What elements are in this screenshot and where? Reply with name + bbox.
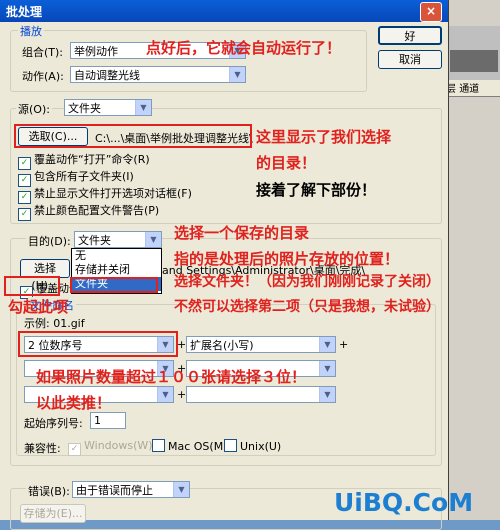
save-as-button[interactable]: 存储为(E)...: [20, 504, 86, 523]
background-swatch: [450, 50, 498, 72]
tab-channels[interactable]: 通道: [459, 84, 479, 95]
chevron-down-icon: ▼: [319, 337, 335, 352]
option-suppress-color-warnings[interactable]: ✓ 禁止颜色配置文件警告(P): [18, 202, 159, 221]
start-serial-label: 起始序列号:: [24, 417, 83, 430]
annotation-check-this: 勾起此项: [8, 298, 69, 316]
action-label: 动作(A):: [22, 70, 64, 83]
annotation-path-shown: 这里显示了我们选择: [256, 128, 392, 146]
background-panel-tabs: 层 通道: [446, 80, 500, 97]
highlight-digits-select: [18, 331, 178, 357]
compat-windows: ✓ Windows(W): [68, 439, 153, 456]
ok-button[interactable]: 好: [378, 26, 442, 45]
compat-macos-label: Mac OS(M): [168, 440, 228, 453]
set-label: 组合(T):: [22, 46, 64, 59]
chevron-down-icon: ▼: [145, 232, 161, 247]
compat-macos[interactable]: Mac OS(M): [152, 439, 228, 453]
compat-windows-label: Windows(W): [84, 439, 153, 452]
annotation-second-option: 不然可以选择第二项（只是我想，未试验）: [174, 299, 440, 315]
dialog-title: 批处理: [6, 5, 43, 19]
plus-icon: +: [339, 338, 349, 351]
destination-select[interactable]: 文件夹 ▼: [74, 231, 162, 248]
annotation-more-than-100: 如果照片数量超过１００张请选择３位！: [36, 368, 307, 386]
naming-field-2[interactable]: 扩展名(小写) ▼: [186, 336, 336, 353]
source-select[interactable]: 文件夹 ▼: [64, 99, 152, 116]
play-group-title: 播放: [18, 23, 44, 39]
naming-example: 示例: 01.gif: [24, 317, 85, 330]
annotation-directory: 的目录！: [256, 154, 317, 172]
chevron-down-icon: ▼: [135, 100, 151, 115]
start-serial-input[interactable]: 1: [90, 412, 126, 429]
title-bar: 批处理 ×: [0, 0, 448, 22]
annotation-and-so-on: 以此类推！: [36, 394, 112, 412]
site-watermark: UiBQ.CoM: [334, 488, 474, 517]
option-include-subfolders-label: 包含所有子文件夹(I): [34, 170, 134, 183]
chevron-down-icon: ▼: [229, 67, 245, 82]
set-select-value: 举例动作: [74, 45, 118, 58]
highlight-source-path: [14, 124, 252, 148]
compat-label: 兼容性:: [24, 442, 61, 455]
destination-label: 目的(D):: [26, 233, 73, 249]
compat-unix[interactable]: Unix(U): [224, 439, 281, 453]
action-select[interactable]: 自动调整光线 ▼: [70, 66, 246, 83]
chevron-down-icon: ▼: [319, 387, 335, 402]
errors-label: 错误(B):: [26, 483, 72, 499]
annotation-output-location: 指的是处理后的照片存放的位置！: [174, 250, 400, 268]
option-suppress-open-dialogs-label: 禁止显示文件打开选项对话框(F): [34, 187, 192, 200]
dropdown-option-save-close[interactable]: 存储并关闭: [72, 263, 161, 277]
annotation-choose-save-dir: 选择一个保存的目录: [174, 224, 310, 242]
close-button[interactable]: ×: [420, 2, 442, 22]
errors-select[interactable]: 由于错误而停止 ▼: [72, 481, 190, 498]
source-select-value: 文件夹: [68, 102, 101, 115]
naming-field-6[interactable]: ▼: [186, 386, 336, 403]
highlight-folder-option: [70, 277, 158, 293]
errors-select-value: 由于错误而停止: [76, 484, 153, 497]
highlight-override-checkbox: [4, 276, 60, 296]
checkbox-icon[interactable]: [152, 439, 165, 452]
background-app-window: 层 通道: [440, 0, 500, 520]
option-override-open-label: 覆盖动作“打开”命令(R): [34, 153, 150, 166]
plus-icon: +: [177, 338, 187, 351]
naming-field-2-value: 扩展名(小写): [190, 339, 254, 352]
compat-unix-label: Unix(U): [240, 440, 282, 453]
background-toolbar: [440, 0, 500, 26]
chevron-down-icon: ▼: [157, 387, 173, 402]
destination-select-value: 文件夹: [78, 234, 111, 247]
annotation-choose-folder: 选择文件夹！（因为我们刚刚记录了关闭）: [174, 274, 440, 290]
annotation-next-part: 接着了解下部份！: [256, 181, 377, 199]
dropdown-option-none[interactable]: 无: [72, 249, 161, 263]
option-suppress-color-warnings-label: 禁止颜色配置文件警告(P): [34, 204, 160, 217]
chevron-down-icon: ▼: [319, 361, 335, 376]
checkbox-checked-icon[interactable]: ✓: [18, 208, 31, 221]
cancel-button[interactable]: 取消: [378, 50, 442, 69]
source-label: 源(O):: [16, 101, 52, 117]
chevron-down-icon: ▼: [173, 482, 189, 497]
checkbox-icon[interactable]: [224, 439, 237, 452]
checkbox-checked-icon: ✓: [68, 443, 81, 456]
background-layers-panel: [446, 80, 500, 520]
action-select-value: 自动调整光线: [74, 69, 140, 82]
annotation-auto-run: 点好后，它就会自动运行了！: [146, 39, 342, 57]
plus-icon: +: [177, 388, 187, 401]
